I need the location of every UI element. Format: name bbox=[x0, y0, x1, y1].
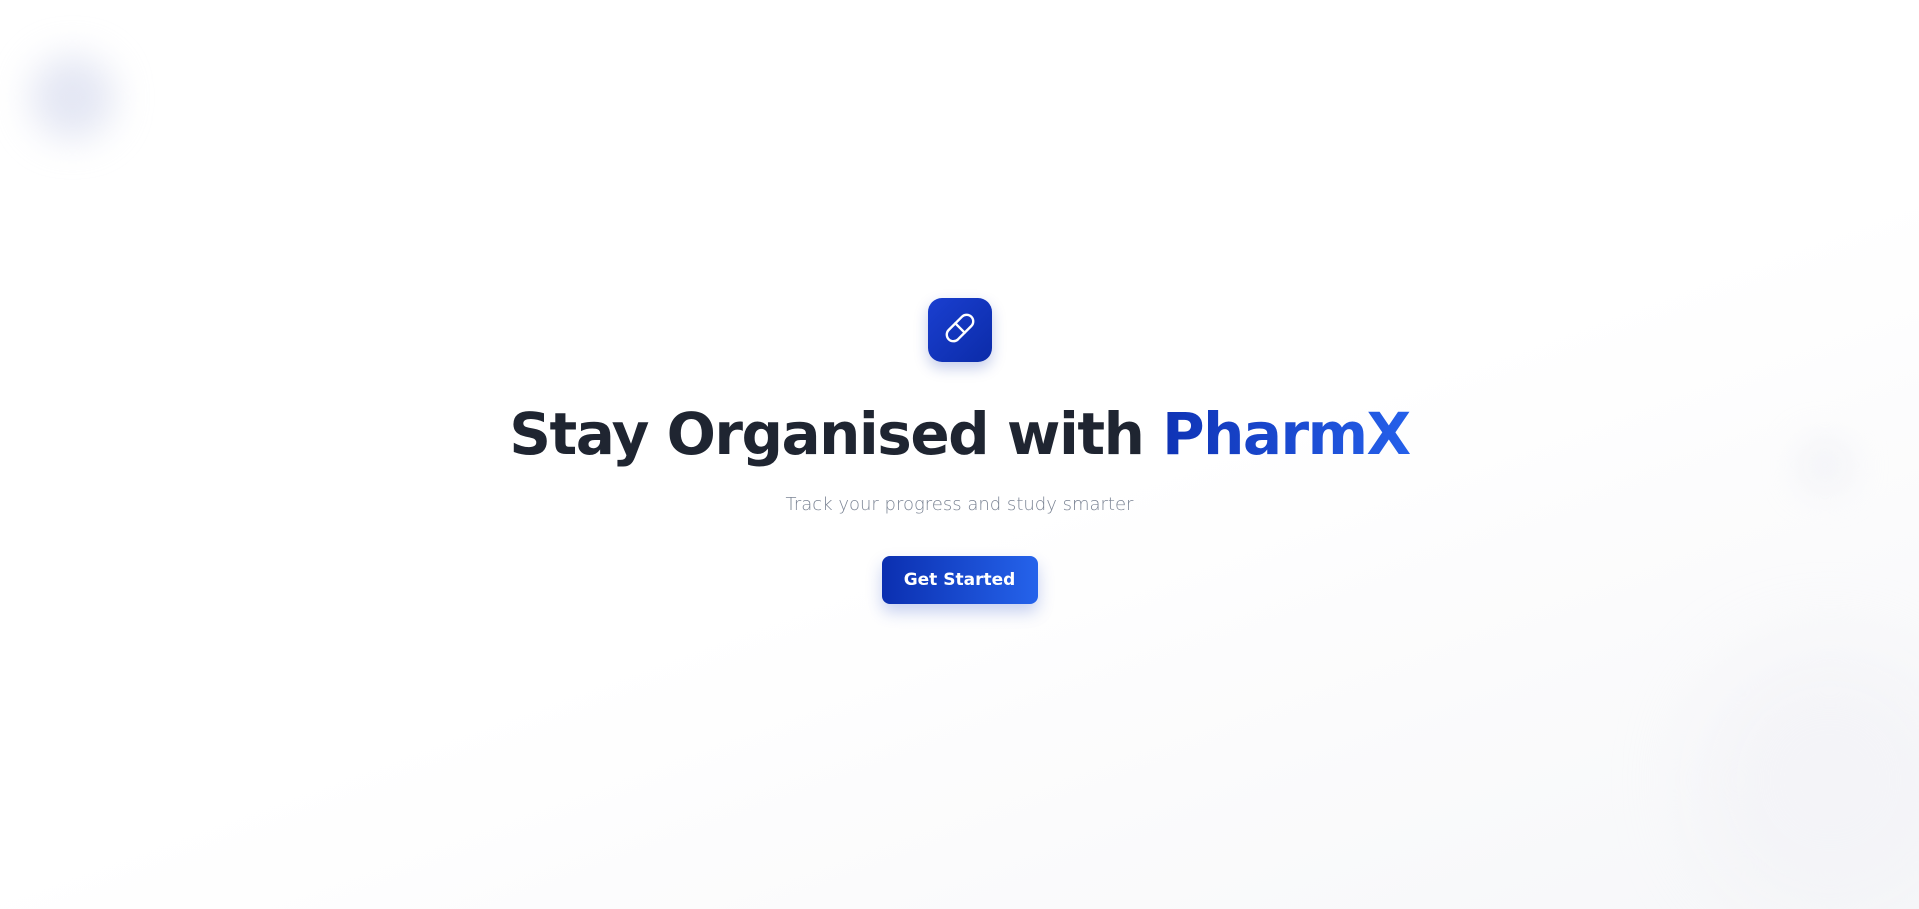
hero-section: Stay Organised with PharmX Track your pr… bbox=[0, 298, 1919, 604]
decorative-blob-top-left bbox=[30, 55, 115, 140]
logo-badge bbox=[927, 298, 992, 362]
page-title: Stay Organised with PharmX bbox=[509, 398, 1411, 470]
pill-icon bbox=[944, 312, 976, 349]
subtitle: Track your progress and study smarter bbox=[785, 494, 1134, 515]
headline-prefix: Stay Organised with bbox=[509, 400, 1145, 468]
landing-page: Stay Organised with PharmX Track your pr… bbox=[0, 0, 1919, 909]
decorative-blob-bottom-right bbox=[1700, 650, 1919, 909]
brand-name: PharmX bbox=[1162, 400, 1411, 468]
get-started-button[interactable]: Get Started bbox=[881, 556, 1038, 604]
